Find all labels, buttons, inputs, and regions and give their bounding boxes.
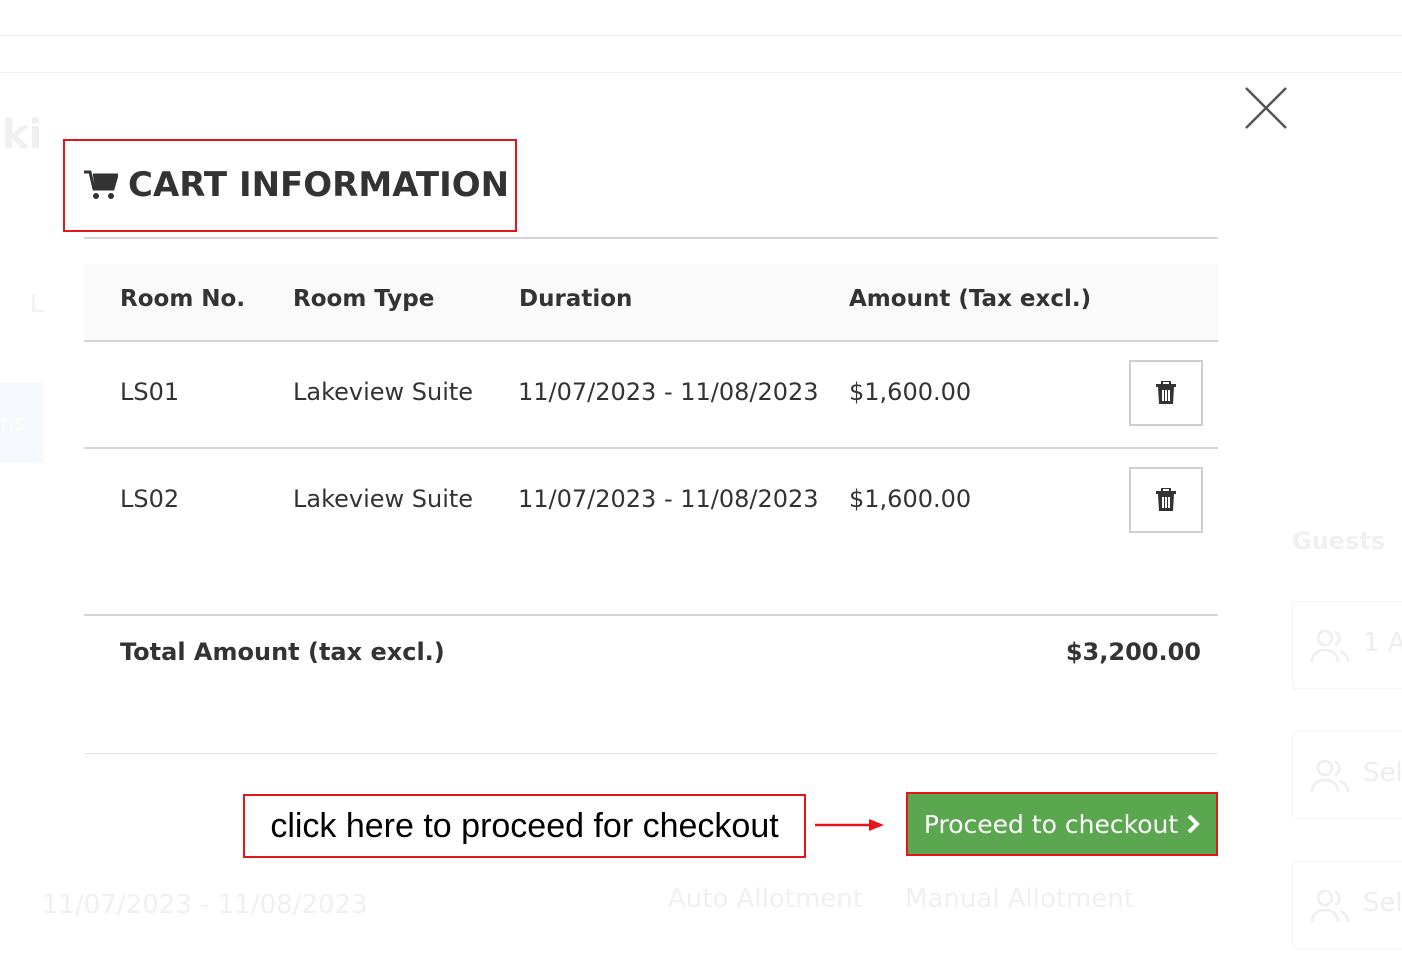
bg-guest-box: Sel — [1292, 861, 1402, 949]
total-label: Total Amount (tax excl.) — [120, 638, 445, 666]
bg-auto-allotment: Auto Allotment — [668, 884, 863, 914]
room-no: LS01 — [120, 378, 180, 406]
close-button[interactable] — [1244, 86, 1288, 130]
bg-tab-label: ns — [0, 411, 26, 436]
amount: $1,600.00 — [849, 485, 972, 513]
users-icon — [1310, 889, 1350, 923]
bg-guest-box: 1 Ad — [1292, 601, 1402, 689]
bg-guest-text: 1 Ad — [1363, 628, 1402, 658]
amount: $1,600.00 — [849, 378, 972, 406]
chevron-right-icon — [1187, 814, 1200, 834]
bg-divider — [0, 72, 1402, 73]
divider — [84, 753, 1218, 754]
room-type: Lakeview Suite — [293, 378, 474, 406]
column-header-room-type: Room Type — [293, 286, 435, 312]
close-icon[interactable] — [1244, 86, 1288, 130]
proceed-to-checkout-button[interactable]: Proceed to checkout — [906, 792, 1218, 856]
bg-guest-text: Sel — [1363, 888, 1402, 918]
room-type: Lakeview Suite — [293, 485, 474, 513]
bg-guest-box: Sel — [1292, 731, 1402, 819]
bg-guest-text: Sel — [1363, 758, 1402, 788]
divider — [84, 340, 1218, 342]
modal-title-text: CART INFORMATION — [128, 165, 510, 205]
divider — [84, 237, 1218, 239]
column-header-duration: Duration — [519, 286, 633, 312]
bg-guests-label: Guests — [1292, 527, 1386, 555]
bg-date-range: 11/07/2023 - 11/08/2023 — [42, 890, 368, 920]
shopping-cart-icon — [84, 170, 118, 199]
divider — [84, 447, 1218, 449]
bg-manual-allotment: Manual Allotment — [905, 884, 1135, 914]
arrow-right-icon — [815, 819, 884, 831]
bg-tab: ns — [0, 383, 44, 463]
duration: 11/07/2023 - 11/08/2023 — [518, 378, 819, 406]
users-icon — [1310, 759, 1350, 793]
column-header-amount: Amount (Tax excl.) — [849, 286, 1092, 312]
trash-icon[interactable] — [1156, 381, 1176, 405]
annotation-callout: click here to proceed for checkout — [243, 794, 806, 858]
annotation-text: click here to proceed for checkout — [270, 806, 779, 845]
bg-label: L — [30, 290, 44, 318]
divider — [84, 614, 1218, 616]
room-no: LS02 — [120, 485, 180, 513]
trash-icon[interactable] — [1156, 488, 1176, 512]
users-icon — [1310, 629, 1350, 663]
column-header-room-no: Room No. — [120, 286, 246, 312]
checkout-label: Proceed to checkout — [923, 809, 1179, 839]
delete-room-button[interactable] — [1129, 360, 1203, 426]
total-value: $3,200.00 — [1065, 638, 1201, 666]
duration: 11/07/2023 - 11/08/2023 — [518, 485, 819, 513]
bg-heading: ki — [2, 112, 43, 158]
modal-title: CART INFORMATION — [84, 165, 509, 205]
delete-room-button[interactable] — [1129, 467, 1203, 533]
bg-divider — [0, 35, 1402, 36]
